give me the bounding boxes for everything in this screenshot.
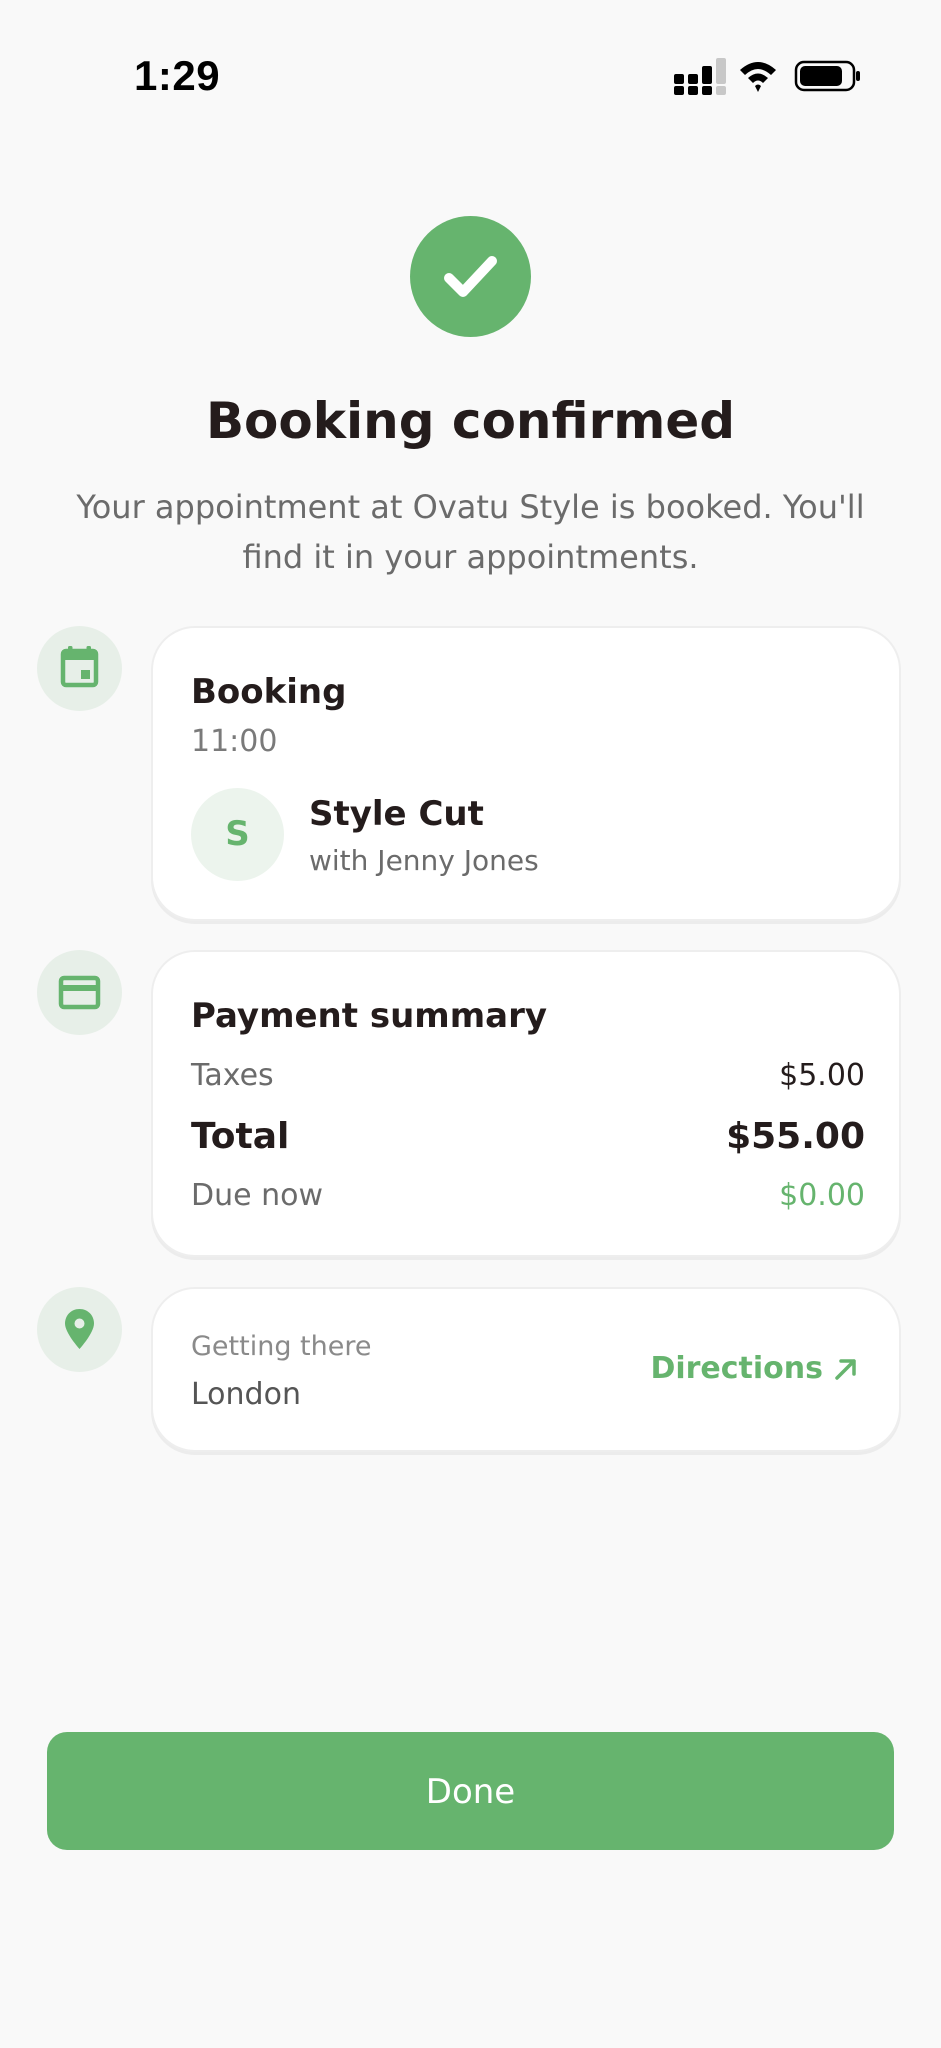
calendar-icon — [60, 646, 99, 688]
status-icons — [674, 58, 860, 95]
wifi-icon — [740, 62, 776, 92]
booking-card[interactable]: Booking 11:00 S Style Cut with Jenny Jon… — [151, 626, 901, 921]
service-name: Style Cut — [309, 794, 484, 834]
payment-row-taxes: Taxes $5.00 — [191, 1058, 865, 1093]
taxes-label: Taxes — [191, 1058, 274, 1093]
status-time: 1:29 — [134, 52, 221, 99]
location-section-icon — [37, 1287, 122, 1372]
booking-section-icon — [37, 626, 122, 711]
directions-link[interactable]: Directions — [650, 1351, 861, 1386]
credit-card-icon — [58, 975, 101, 1010]
booking-time: 11:00 — [191, 724, 278, 759]
cellular-signal-icon — [674, 58, 726, 95]
due-now-label: Due now — [191, 1178, 324, 1213]
avatar: S — [191, 788, 284, 881]
total-value: $55.00 — [726, 1116, 865, 1157]
map-pin-icon — [65, 1309, 94, 1349]
payment-row-total: Total $55.00 — [191, 1116, 865, 1157]
taxes-value: $5.00 — [779, 1058, 865, 1093]
location-city: London — [191, 1377, 301, 1412]
confirmation-message: Your appointment at Ovatu Style is booke… — [76, 488, 865, 576]
payment-summary-card: Payment summary Taxes $5.00 Total $55.00… — [151, 950, 901, 1257]
success-checkmark — [410, 216, 531, 337]
checkmark-icon — [444, 256, 497, 297]
payment-title: Payment summary — [191, 996, 548, 1036]
directions-label: Directions — [650, 1351, 823, 1386]
booking-title: Booking — [191, 672, 347, 712]
due-now-value: $0.00 — [779, 1178, 865, 1213]
done-button[interactable]: Done — [47, 1732, 894, 1850]
total-label: Total — [191, 1116, 290, 1157]
arrow-up-right-icon — [835, 1358, 856, 1380]
getting-there-label: Getting there — [191, 1331, 372, 1362]
payment-row-due-now: Due now $0.00 — [191, 1178, 865, 1213]
location-card: Getting there London Directions — [151, 1287, 901, 1452]
page-title: Booking confirmed — [205, 392, 736, 450]
status-bar: 1:29 — [0, 0, 941, 150]
service-staff: with Jenny Jones — [309, 844, 539, 877]
battery-icon — [794, 60, 860, 92]
payment-section-icon — [37, 950, 122, 1035]
